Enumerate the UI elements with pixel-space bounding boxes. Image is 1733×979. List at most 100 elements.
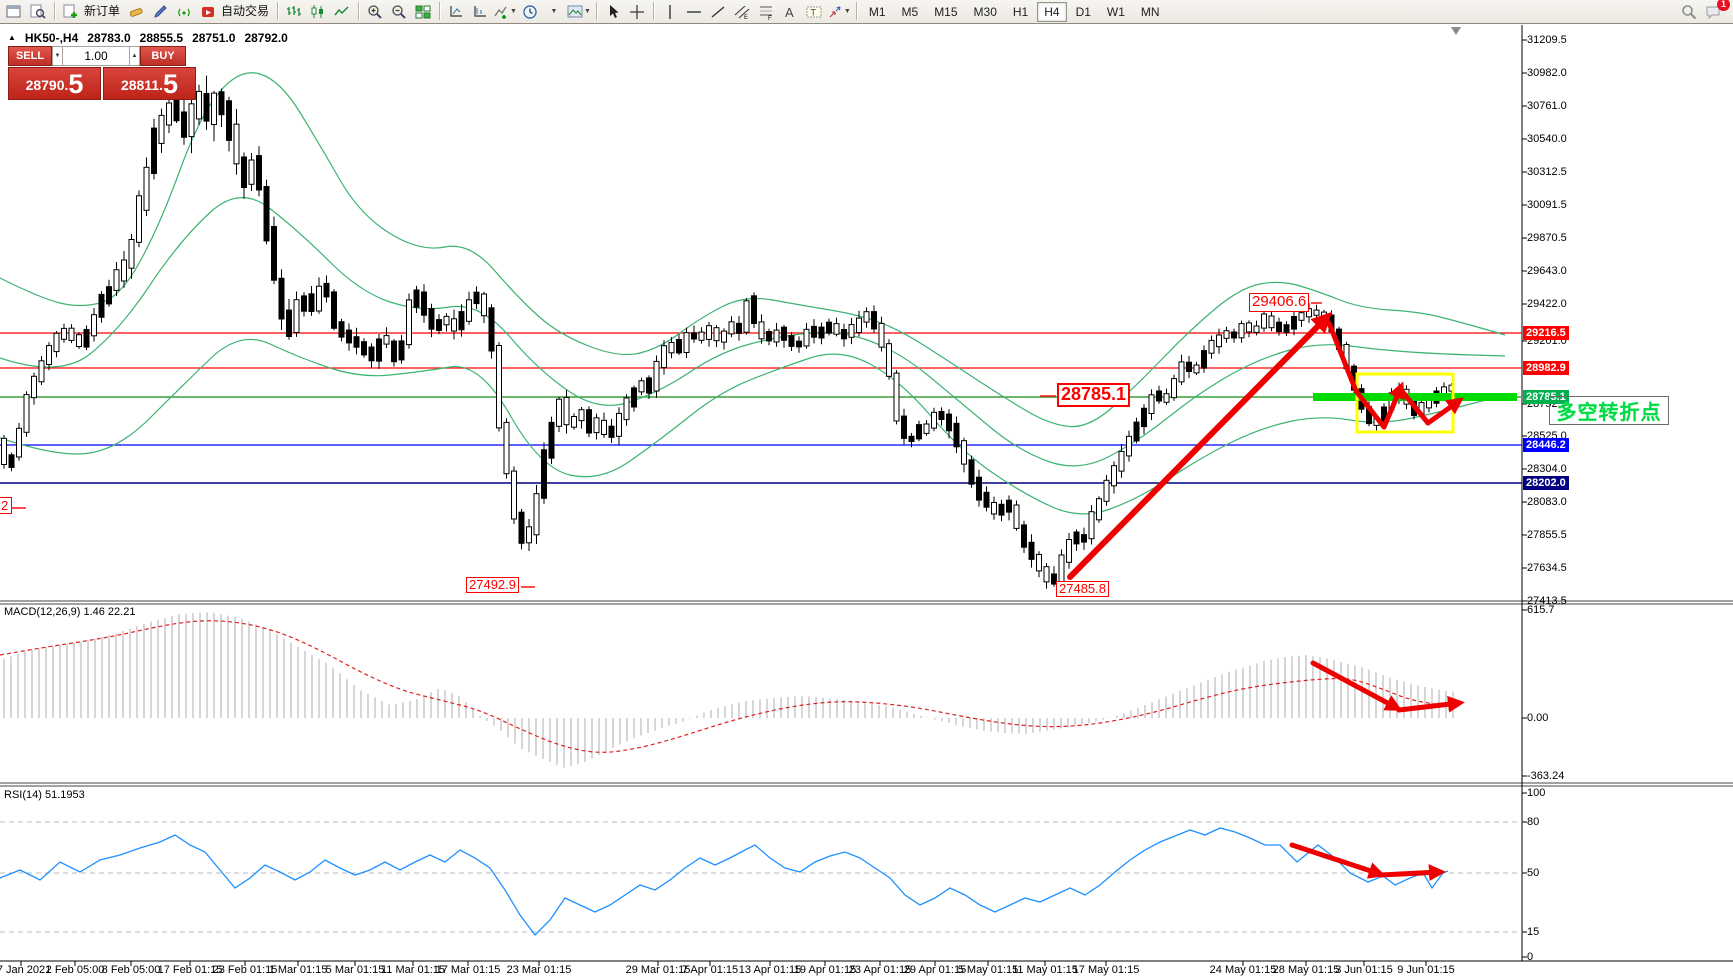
time-tick: 9 Jun 01:15 [1397, 964, 1455, 976]
level-price-label: 28982.9 [1523, 361, 1569, 375]
collapse-icon[interactable]: ▲ [8, 33, 16, 45]
quote-open: 28783.0 [87, 31, 130, 45]
toolbar-buttons: 新订单 自动交易 ▼ ▼ ▼ E F A T ▼ [2, 2, 861, 22]
time-tick: 23 Mar 01:15 [507, 964, 572, 976]
price-tick: 30312.5 [1527, 166, 1567, 178]
buy-price-display[interactable]: 28811.5 [103, 67, 196, 100]
sell-price-display[interactable]: 28790.5 [8, 67, 101, 100]
profile-image-icon[interactable]: ▼ [567, 2, 591, 22]
zoom-in-icon[interactable] [364, 2, 386, 22]
candle-chart-icon[interactable] [307, 2, 329, 22]
arrange-b-icon[interactable] [469, 2, 491, 22]
trading-terminal: { "toolbar": { "labels": {"new_order": "… [0, 0, 1733, 979]
toolbar-right: 1 [1677, 2, 1725, 22]
toolbar-separator [358, 2, 359, 20]
vline-icon[interactable] [659, 2, 681, 22]
bar-chart-icon[interactable] [283, 2, 305, 22]
dropdown-caret[interactable]: ▼ [543, 2, 565, 22]
profiles-icon[interactable] [27, 2, 49, 22]
timeframe-H4[interactable]: H4 [1037, 2, 1066, 22]
cursor-icon[interactable] [602, 2, 624, 22]
svg-text:F: F [768, 16, 772, 20]
clock-icon[interactable] [519, 2, 541, 22]
timeframe-D1[interactable]: D1 [1069, 2, 1098, 22]
level-price-label: 29216.5 [1523, 326, 1569, 340]
indicators-add-icon[interactable]: ▼ [493, 2, 517, 22]
arrange-a-icon[interactable] [445, 2, 467, 22]
text-icon[interactable]: A [779, 2, 801, 22]
zoom-out-icon[interactable] [388, 2, 410, 22]
timeframe-H1[interactable]: H1 [1006, 2, 1035, 22]
new-order-icon[interactable] [60, 2, 82, 22]
timeframe-MN[interactable]: MN [1134, 2, 1167, 22]
timeframe-M5[interactable]: M5 [895, 2, 926, 22]
price-tick: 29422.0 [1527, 298, 1567, 310]
time-tick: 1 Mar 01:15 [269, 964, 328, 976]
timeframe-toolbar: M1M5M15M30H1H4D1W1MN [861, 2, 1168, 22]
sell-button[interactable]: SELL [8, 46, 52, 66]
hline-icon[interactable] [683, 2, 705, 22]
autotrading-label[interactable]: 自动交易 [221, 2, 269, 22]
trendline-icon[interactable] [707, 2, 729, 22]
notification-badge: 1 [1717, 0, 1730, 11]
svg-text:T: T [810, 7, 816, 17]
quote-low: 28751.0 [192, 31, 235, 45]
crosshair-icon[interactable] [626, 2, 648, 22]
line-chart-icon[interactable] [331, 2, 353, 22]
arrows-icon[interactable]: ▼ [827, 2, 851, 22]
new-order-label[interactable]: 新订单 [84, 2, 120, 22]
volume-increase-button[interactable]: ▲ [129, 46, 140, 66]
price-tick: 30761.0 [1527, 100, 1567, 112]
macd-tick: 0.00 [1527, 712, 1548, 724]
level-price-label: 28202.0 [1523, 476, 1569, 490]
quote-header: ▲ HK50-,H4 28783.0 28855.5 28751.0 28792… [8, 31, 288, 45]
timeframe-M1[interactable]: M1 [862, 2, 893, 22]
price-annotation-27485: 27485.8 [1056, 581, 1109, 597]
timeframe-W1[interactable]: W1 [1100, 2, 1132, 22]
chart-window-icon[interactable] [3, 2, 25, 22]
quote-close: 28792.0 [244, 31, 287, 45]
dropdown-caret: ▼ [510, 8, 517, 15]
time-tick: 19 Apr 01:15 [794, 964, 856, 976]
price-annotation-27492: 27492.9 [466, 577, 519, 593]
timeframe-M15[interactable]: M15 [927, 2, 964, 22]
autotrading-icon[interactable] [197, 2, 219, 22]
time-tick: 7 Apr 01:15 [682, 964, 738, 976]
toolbar-separator [439, 2, 440, 20]
text-label-icon[interactable]: T [803, 2, 825, 22]
time-tick: 17 May 01:15 [1073, 964, 1140, 976]
volume-decrease-button[interactable]: ▼ [52, 46, 63, 66]
level-price-label: 28446.2 [1523, 438, 1569, 452]
dropdown-caret: ▼ [584, 8, 591, 15]
turning-point-note: 多空转折点 [1549, 396, 1669, 425]
search-icon[interactable] [1678, 2, 1700, 22]
metaeditor-icon[interactable] [149, 2, 171, 22]
timeframe-M30[interactable]: M30 [967, 2, 1004, 22]
rsi-tick: 0 [1527, 951, 1533, 963]
price-tick: 27855.5 [1527, 529, 1567, 541]
price-tick: 30540.0 [1527, 133, 1567, 145]
channel-icon[interactable]: E [731, 2, 753, 22]
tile-windows-icon[interactable] [412, 2, 434, 22]
price-tick: 28083.0 [1527, 496, 1567, 508]
fibonacci-icon[interactable]: F [755, 2, 777, 22]
time-tick: 28 May 01:15 [1273, 964, 1340, 976]
notifications-icon[interactable]: 1 [1702, 2, 1724, 22]
svg-text:A: A [785, 5, 794, 20]
sell-price-main: 28790 [26, 72, 65, 98]
signals-icon[interactable] [173, 2, 195, 22]
toolbar-separator [596, 2, 597, 20]
toolbar-separator [54, 2, 55, 20]
time-tick: 24 May 01:15 [1210, 964, 1277, 976]
price-tick: 29870.5 [1527, 232, 1567, 244]
price-tick: 28304.0 [1527, 463, 1567, 475]
price-tick: 31209.5 [1527, 34, 1567, 46]
chart-canvas[interactable] [0, 0, 1733, 979]
time-tick: 8 Feb 05:00 [102, 964, 161, 976]
time-tick: 17 Mar 01:15 [436, 964, 501, 976]
quote-high: 28855.5 [140, 31, 183, 45]
crayon-icon[interactable] [125, 2, 147, 22]
volume-input[interactable] [63, 46, 129, 66]
rsi-tick: 80 [1527, 816, 1539, 828]
buy-button[interactable]: BUY [140, 46, 186, 66]
